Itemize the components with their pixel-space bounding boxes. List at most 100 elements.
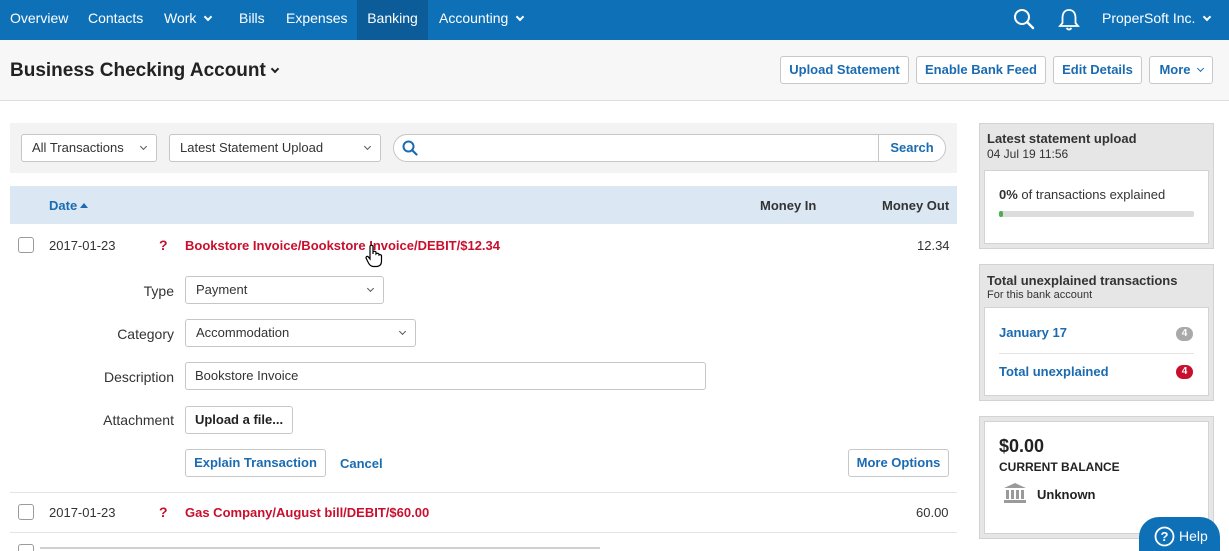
row-divider — [10, 492, 957, 493]
statement-filter-select[interactable]: Latest Statement Upload — [169, 134, 381, 162]
horizontal-scrollbar[interactable] — [40, 547, 600, 549]
nav-work[interactable]: Work — [164, 0, 213, 40]
explained-progress-fill — [999, 211, 1003, 217]
list-divider — [999, 353, 1194, 354]
edit-details-button[interactable]: Edit Details — [1053, 56, 1142, 84]
date-column-header[interactable]: Date — [49, 198, 89, 213]
upload-date: 04 Jul 19 11:56 — [987, 147, 1069, 161]
upload-statement-button[interactable]: Upload Statement — [780, 56, 909, 84]
bank-status: Unknown — [1037, 487, 1096, 502]
explained-progress-bar — [999, 211, 1194, 217]
month-link[interactable]: January 17 — [999, 325, 1067, 340]
search-icon — [402, 140, 418, 159]
filter-bar: All Transactions Latest Statement Upload… — [10, 123, 957, 173]
search-button[interactable]: Search — [878, 135, 945, 161]
chevron-down-icon — [366, 284, 375, 293]
company-name: ProperSoft Inc. — [1102, 10, 1196, 26]
row-money-out: 60.00 — [916, 505, 949, 520]
svg-text:?: ? — [1161, 529, 1169, 544]
enable-bank-feed-button[interactable]: Enable Bank Feed — [916, 56, 1046, 84]
chevron-down-icon — [1203, 12, 1212, 22]
question-circle-icon: ? — [1154, 526, 1175, 550]
help-button[interactable]: ? Help — [1139, 517, 1220, 551]
unexplained-flag: ? — [159, 237, 168, 253]
search-box: Search — [393, 134, 946, 162]
chevron-down-icon — [1196, 64, 1204, 73]
company-menu[interactable]: ProperSoft Inc. — [1102, 0, 1212, 40]
description-field[interactable]: Bookstore Invoice — [185, 362, 706, 390]
row-money-out: 12.34 — [917, 238, 950, 253]
type-select[interactable]: Payment — [185, 276, 384, 304]
type-value: Payment — [196, 282, 248, 297]
nav-work-label: Work — [164, 10, 197, 26]
chevron-down-icon — [363, 142, 372, 151]
more-options-button[interactable]: More Options — [848, 449, 949, 477]
transaction-description-link[interactable]: Bookstore Invoice/Bookstore Invoice/DEBI… — [185, 238, 500, 253]
chevron-down-icon — [204, 12, 213, 22]
category-select[interactable]: Accommodation — [185, 319, 416, 347]
upload-panel-title: Latest statement upload — [987, 131, 1137, 146]
transactions-filter-value: All Transactions — [32, 140, 124, 155]
bell-icon[interactable] — [1058, 8, 1080, 35]
hand-cursor-icon — [365, 244, 383, 271]
unexplained-panel-subtitle: For this bank account — [987, 289, 1093, 301]
row-checkbox[interactable] — [18, 237, 34, 253]
cancel-link[interactable]: Cancel — [340, 456, 383, 471]
month-count-badge: 4 — [1176, 327, 1193, 341]
explained-percent: 0% — [999, 187, 1018, 202]
explained-stat: 0% of transactions explained — [999, 187, 1165, 202]
row-divider — [10, 532, 957, 533]
unexplained-panel-title: Total unexplained transactions — [987, 273, 1178, 288]
row-date: 2017-01-23 — [49, 238, 116, 253]
search-icon[interactable] — [1013, 8, 1035, 33]
total-count-badge: 4 — [1176, 365, 1193, 379]
sort-ascending-icon — [80, 203, 89, 208]
chevron-down-icon — [516, 12, 525, 22]
top-navigation: Overview Contacts Work Bills Expenses Ba… — [0, 0, 1229, 40]
money-in-column-header: Money In — [760, 198, 817, 213]
transaction-description-link[interactable]: Gas Company/August bill/DEBIT/$60.00 — [185, 505, 429, 520]
money-out-column-header: Money Out — [882, 198, 950, 213]
nav-accounting[interactable]: Accounting — [439, 0, 525, 40]
nav-accounting-label: Accounting — [439, 10, 509, 26]
chevron-down-icon — [270, 64, 280, 74]
total-unexplained-link[interactable]: Total unexplained — [999, 364, 1109, 379]
upload-file-button[interactable]: Upload a file... — [185, 406, 293, 434]
more-label: More — [1159, 62, 1191, 77]
row-checkbox[interactable] — [18, 504, 34, 520]
row-date: 2017-01-23 — [49, 505, 116, 520]
account-name: Business Checking Account — [10, 60, 266, 81]
transactions-filter-select[interactable]: All Transactions — [21, 134, 157, 162]
category-label: Category — [117, 326, 174, 342]
explained-text: of transactions explained — [1021, 187, 1166, 202]
unexplained-list: January 17 4 Total unexplained 4 — [984, 307, 1209, 396]
unexplained-flag: ? — [159, 504, 168, 520]
table-header: Date Money In Money Out — [10, 186, 957, 224]
row-checkbox[interactable] — [18, 544, 34, 551]
current-balance-amount: $0.00 — [999, 436, 1045, 456]
unexplained-panel: Total unexplained transactions For this … — [979, 264, 1214, 401]
nav-bills[interactable]: Bills — [239, 0, 265, 40]
page-title[interactable]: Business Checking Account — [10, 60, 280, 82]
explained-card: 0% of transactions explained — [984, 170, 1209, 244]
account-header: Business Checking Account Upload Stateme… — [0, 40, 1229, 101]
nav-expenses[interactable]: Expenses — [286, 0, 347, 40]
statement-filter-value: Latest Statement Upload — [180, 140, 324, 155]
search-input[interactable] — [424, 138, 874, 158]
type-label: Type — [143, 283, 174, 299]
help-label: Help — [1179, 528, 1208, 544]
chevron-down-icon — [139, 142, 148, 151]
current-balance-label: CURRENT BALANCE — [999, 460, 1120, 474]
attachment-label: Attachment — [103, 412, 174, 428]
nav-banking[interactable]: Banking — [357, 0, 428, 40]
more-button[interactable]: More — [1149, 56, 1213, 84]
chevron-down-icon — [398, 327, 407, 336]
nav-contacts[interactable]: Contacts — [88, 0, 143, 40]
description-label: Description — [103, 369, 174, 385]
date-column-label: Date — [49, 198, 78, 213]
statement-upload-panel: Latest statement upload 04 Jul 19 11:56 … — [979, 123, 1214, 249]
nav-overview[interactable]: Overview — [10, 0, 68, 40]
category-value: Accommodation — [196, 325, 290, 340]
explain-transaction-button[interactable]: Explain Transaction — [185, 449, 326, 477]
bank-icon — [1003, 482, 1027, 507]
